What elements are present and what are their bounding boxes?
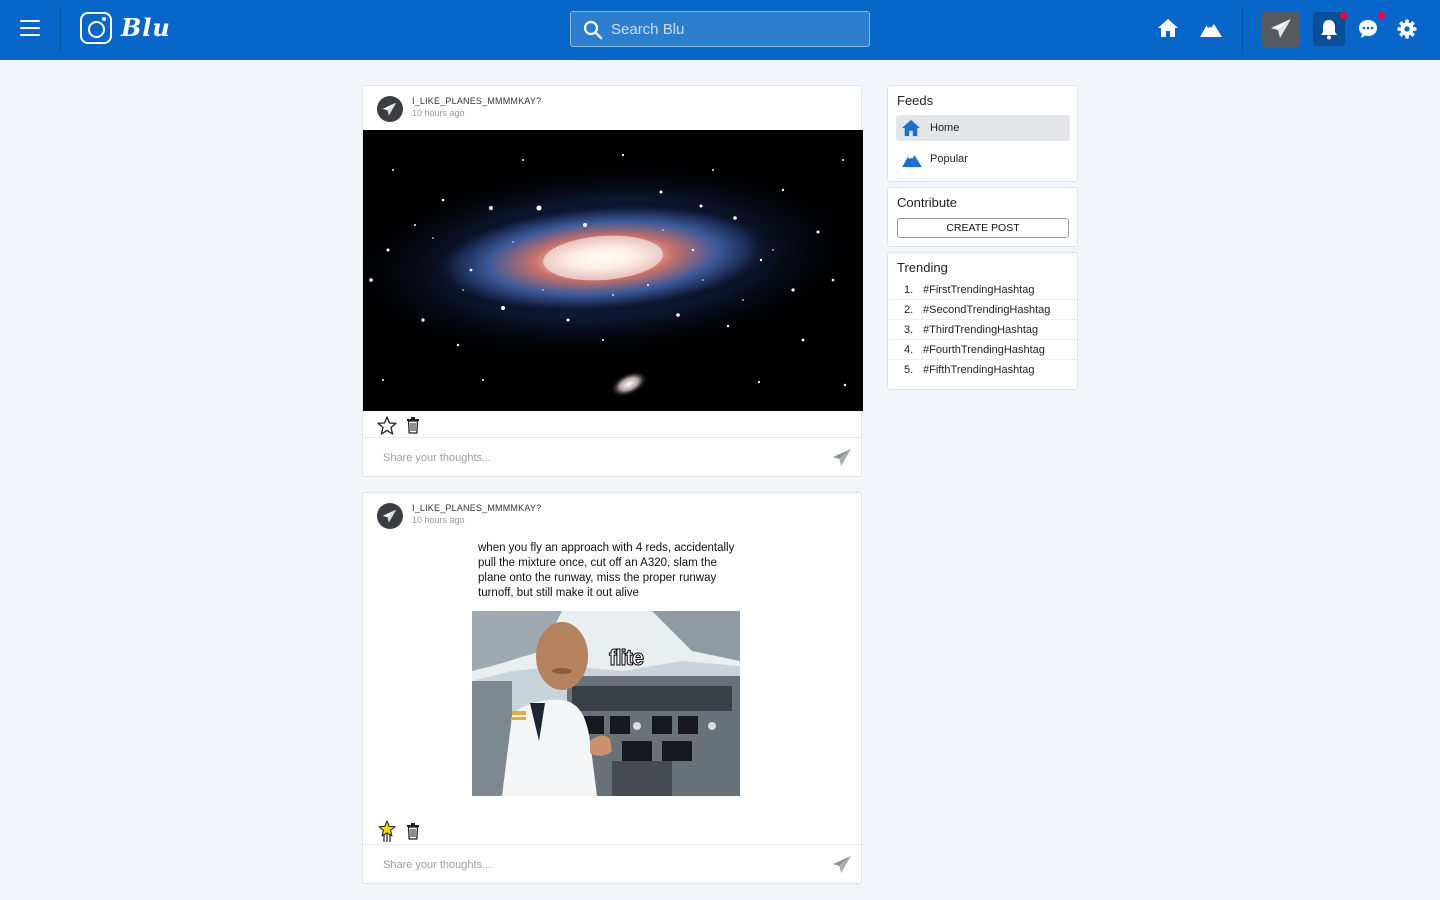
trending-hashtag[interactable]: #FifthTrendingHashtag xyxy=(923,364,1035,376)
post-header: I_LIKE_PLANES_MMMMKAY? 10 hours ago xyxy=(363,86,861,130)
trending-hashtag[interactable]: #ThirdTrendingHashtag xyxy=(923,324,1038,336)
top-bar: Blu xyxy=(0,0,1440,60)
trending-rank: 4. xyxy=(904,344,914,356)
trending-hashtag[interactable]: #FirstTrendingHashtag xyxy=(923,284,1034,296)
search-box[interactable] xyxy=(570,11,870,47)
search-icon xyxy=(583,20,603,40)
popular-icon xyxy=(902,154,922,168)
comment-row xyxy=(363,437,861,477)
bell-icon xyxy=(1321,20,1337,40)
feeds-panel: Feeds Home Popular xyxy=(887,85,1078,182)
trending-item[interactable]: 3. #ThirdTrendingHashtag xyxy=(889,320,1077,340)
trending-rank: 3. xyxy=(904,324,914,336)
send-icon[interactable] xyxy=(832,855,852,875)
comment-input[interactable] xyxy=(383,857,813,873)
post-image-meme[interactable]: flite xyxy=(472,611,740,796)
feed-label: Home xyxy=(930,122,960,134)
trending-rank: 5. xyxy=(904,364,914,376)
logo-icon[interactable] xyxy=(80,12,112,44)
feed-label: Popular xyxy=(930,153,968,165)
feeds-title: Feeds xyxy=(897,93,934,108)
gear-icon[interactable] xyxy=(1397,19,1417,39)
trending-rank: 2. xyxy=(904,304,914,316)
menu-icon[interactable] xyxy=(20,20,40,38)
comment-input[interactable] xyxy=(383,450,813,466)
home-icon[interactable] xyxy=(1157,18,1179,38)
trending-item[interactable]: 4. #FourthTrendingHashtag xyxy=(889,340,1077,360)
post-header: I_LIKE_PLANES_MMMMKAY? 10 hours ago xyxy=(363,493,861,537)
contribute-title: Contribute xyxy=(897,195,957,210)
post-card: I_LIKE_PLANES_MMMMKAY? 10 hours ago xyxy=(362,85,863,477)
star-icon[interactable] xyxy=(377,416,397,435)
avatar[interactable] xyxy=(377,503,403,529)
avatar[interactable] xyxy=(377,96,403,122)
chat-icon[interactable] xyxy=(1357,18,1379,40)
create-plane-button[interactable] xyxy=(1262,11,1300,47)
home-icon xyxy=(902,119,920,137)
post-card: I_LIKE_PLANES_MMMMKAY? 10 hours ago when… xyxy=(362,492,862,884)
meme-caption: when you fly an approach with 4 reds, ac… xyxy=(478,542,735,599)
divider xyxy=(1242,8,1243,52)
divider xyxy=(60,8,61,52)
trending-title: Trending xyxy=(897,260,948,275)
trending-item[interactable]: 1. #FirstTrendingHashtag xyxy=(889,280,1077,300)
search-input[interactable] xyxy=(611,18,861,40)
post-image-galaxy[interactable] xyxy=(363,130,863,411)
chat-notification-dot xyxy=(1378,12,1385,19)
feed-item-popular[interactable]: Popular xyxy=(896,146,1070,172)
post-timestamp: 10 hours ago xyxy=(412,108,465,118)
post-username[interactable]: I_LIKE_PLANES_MMMMKAY? xyxy=(412,503,541,513)
plane-icon xyxy=(1271,19,1291,38)
app-logo-text[interactable]: Blu xyxy=(121,13,171,42)
plane-icon xyxy=(382,102,397,116)
notification-dot xyxy=(1340,12,1347,19)
meme-overlay-text: flite xyxy=(608,645,644,671)
feed-item-home[interactable]: Home xyxy=(896,115,1070,141)
notifications-button[interactable] xyxy=(1313,12,1347,46)
galaxy-image xyxy=(363,130,863,411)
trending-hashtag[interactable]: #FourthTrendingHashtag xyxy=(923,344,1045,356)
trending-panel: Trending 1. #FirstTrendingHashtag 2. #Se… xyxy=(887,252,1078,390)
cockpit-image xyxy=(472,611,740,796)
star-filled-icon[interactable] xyxy=(377,820,397,842)
trending-item[interactable]: 5. #FifthTrendingHashtag xyxy=(889,360,1077,380)
contribute-panel: Contribute CREATE POST xyxy=(887,187,1078,247)
trending-item[interactable]: 2. #SecondTrendingHashtag xyxy=(889,300,1077,320)
plane-icon xyxy=(382,509,397,523)
post-timestamp: 10 hours ago xyxy=(412,515,465,525)
trending-rank: 1. xyxy=(904,284,914,296)
trash-icon[interactable] xyxy=(406,822,420,840)
trash-icon[interactable] xyxy=(406,416,420,434)
post-username[interactable]: I_LIKE_PLANES_MMMMKAY? xyxy=(412,96,541,106)
send-icon[interactable] xyxy=(832,448,852,468)
popular-icon[interactable] xyxy=(1199,18,1223,38)
comment-row xyxy=(363,844,861,884)
create-post-button[interactable]: CREATE POST xyxy=(897,218,1069,238)
trending-hashtag[interactable]: #SecondTrendingHashtag xyxy=(923,304,1050,316)
